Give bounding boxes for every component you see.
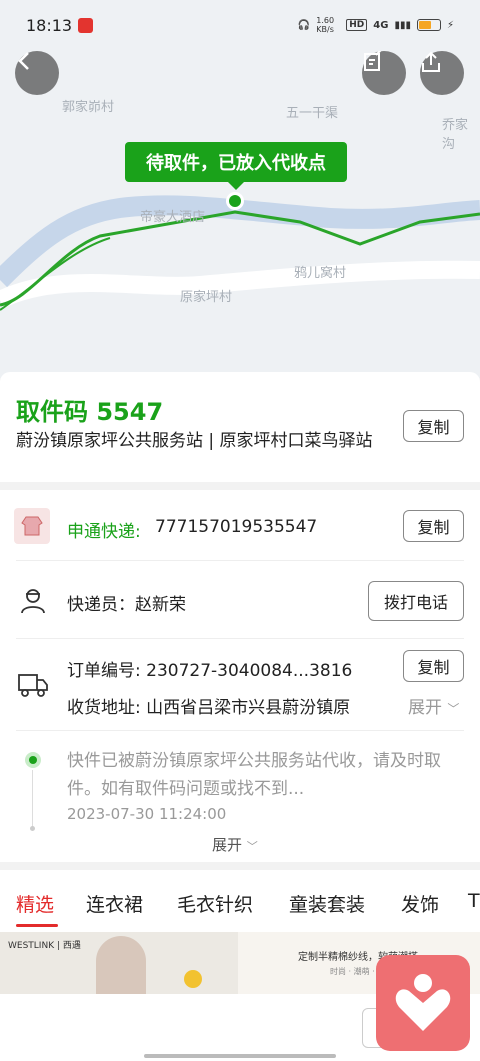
- signal-bars-icon: ▮▮▮: [394, 19, 411, 31]
- edit-button[interactable]: [362, 51, 406, 95]
- sweater-icon: [21, 516, 43, 536]
- floating-heart-button[interactable]: [376, 955, 470, 1051]
- headphone-icon: 🎧: [297, 19, 311, 31]
- delivery-status-pill: 待取件，已放入代收点: [125, 142, 347, 190]
- expand-address-label: 展开: [408, 698, 442, 718]
- tab-knitwear[interactable]: 毛衣针织: [177, 890, 253, 917]
- app-notification-icon: [78, 18, 93, 33]
- pickup-card: 取件码 5547 蔚汾镇原家坪公共服务站 | 原家坪村口菜鸟驿站 复制: [0, 372, 480, 482]
- truck-icon: [16, 668, 50, 702]
- hd-badge: HD: [346, 19, 368, 31]
- status-bar: 18:13 🎧 1.60 KB/s HD 4G ▮▮▮ ⚡: [0, 0, 480, 52]
- tracking-number: 777157019535547: [155, 517, 318, 537]
- timeline-text: 快件已被蔚汾镇原家坪公共服务站代收，请及时取件。如有取件码问题或找不到...: [67, 751, 441, 799]
- call-courier-button[interactable]: 拨打电话: [368, 581, 464, 621]
- divider: [16, 638, 464, 639]
- chevron-left-icon: [18, 52, 29, 70]
- category-tabs: 精选 连衣裙 毛衣针织 童装套装 发饰 T: [0, 870, 480, 932]
- divider: [16, 560, 464, 561]
- map-label-wuyi: 五一干渠: [286, 106, 339, 121]
- model-photo: [96, 936, 146, 994]
- share-icon: [422, 51, 440, 72]
- map-label-dihao: 帝豪大酒店: [140, 210, 206, 225]
- expand-timeline-button[interactable]: 展开 ﹀: [212, 834, 258, 855]
- tab-kids-sets[interactable]: 童装套装: [289, 890, 365, 917]
- tab-hair-accessories[interactable]: 发饰: [401, 890, 439, 917]
- flower-icon: [184, 970, 202, 988]
- tab-more[interactable]: T: [468, 890, 480, 912]
- signal-label: 4G: [373, 19, 389, 31]
- status-indicators: 🎧 1.60 KB/s HD 4G ▮▮▮ ⚡: [298, 16, 454, 34]
- order-number: 订单编号: 230727-3040084...3816: [67, 661, 353, 681]
- active-tab-indicator: [16, 924, 58, 927]
- chevron-down-icon: ﹀: [246, 840, 258, 853]
- banner-image: WESTLINK | 西遇: [0, 932, 238, 994]
- edit-note-icon: [364, 51, 382, 71]
- expand-timeline-label: 展开: [212, 836, 243, 854]
- delivery-address: 收货地址: 山西省吕梁市兴县蔚汾镇原: [67, 698, 351, 718]
- expand-address-button[interactable]: 展开 ﹀: [408, 693, 459, 718]
- pickup-station: 蔚汾镇原家坪公共服务站 | 原家坪村口菜鸟驿站: [16, 431, 373, 451]
- banner-brand: WESTLINK | 西遇: [8, 941, 81, 951]
- back-button[interactable]: [15, 51, 59, 95]
- share-button[interactable]: [420, 51, 464, 95]
- battery-icon: [416, 19, 441, 31]
- courier-person: 快递员：赵新荣: [67, 595, 186, 615]
- courier-person-icon: [16, 584, 50, 618]
- map-label-guojiamao: 郭家峁村: [62, 100, 115, 115]
- copy-pickup-code-button[interactable]: 复制: [403, 410, 464, 442]
- timeline-line: [32, 770, 33, 828]
- map-label-qiaojiagou: 乔家沟: [442, 118, 469, 152]
- home-indicator: [144, 1054, 336, 1058]
- courier-company: 申通快递:: [67, 522, 141, 542]
- copy-tracking-button[interactable]: 复制: [403, 510, 464, 542]
- timeline-dot-inner: [29, 756, 37, 764]
- copy-order-button[interactable]: 复制: [403, 650, 464, 682]
- tab-dresses[interactable]: 连衣裙: [86, 890, 143, 917]
- map-label-yuanjiaping: 原家坪村: [180, 290, 233, 305]
- details-card: 申通快递: 777157019535547 复制 快递员：赵新荣 拨打电话 订单…: [0, 490, 480, 862]
- charging-icon: ⚡: [446, 19, 454, 31]
- heart-person-icon: [395, 974, 451, 1031]
- timeline-time: 2023-07-30 11:24:00: [67, 805, 227, 823]
- status-time: 18:13: [26, 16, 73, 35]
- pickup-code: 取件码 5547: [16, 398, 164, 426]
- divider: [16, 730, 464, 731]
- chevron-down-icon: ﹀: [447, 702, 460, 716]
- timeline-end-dot: [30, 826, 35, 831]
- tab-featured[interactable]: 精选: [16, 890, 54, 917]
- net-speed: 1.60 KB/s: [316, 16, 335, 34]
- courier-avatar: [14, 508, 50, 544]
- map-label-yaerwo: 鸦儿窝村: [294, 266, 347, 281]
- map-view[interactable]: 郭家峁村 五一干渠 乔家沟 帝豪大酒店 鸦儿窝村 原家坪村 待取件，已放入代收点: [0, 0, 480, 378]
